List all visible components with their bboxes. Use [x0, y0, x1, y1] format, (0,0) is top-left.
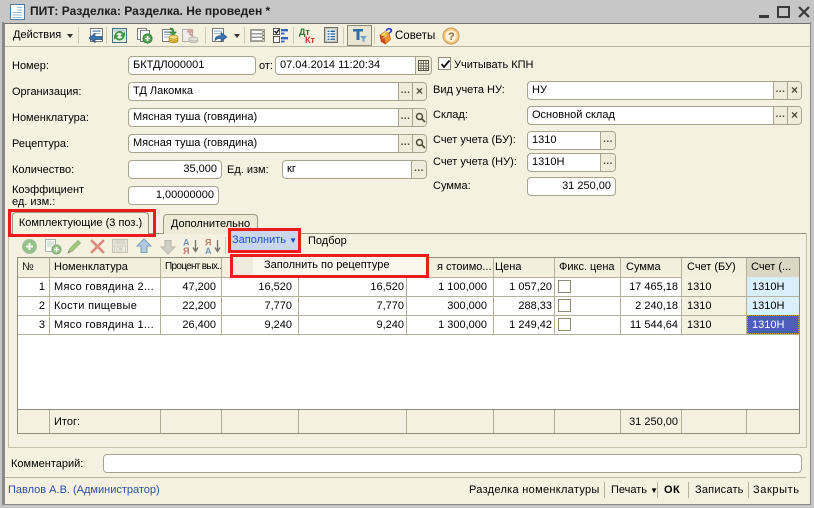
- svg-text:?: ?: [448, 31, 455, 43]
- svg-text:Я: Я: [183, 246, 189, 255]
- svg-text:А: А: [205, 246, 212, 255]
- svg-text:ОК: ОК: [116, 247, 123, 253]
